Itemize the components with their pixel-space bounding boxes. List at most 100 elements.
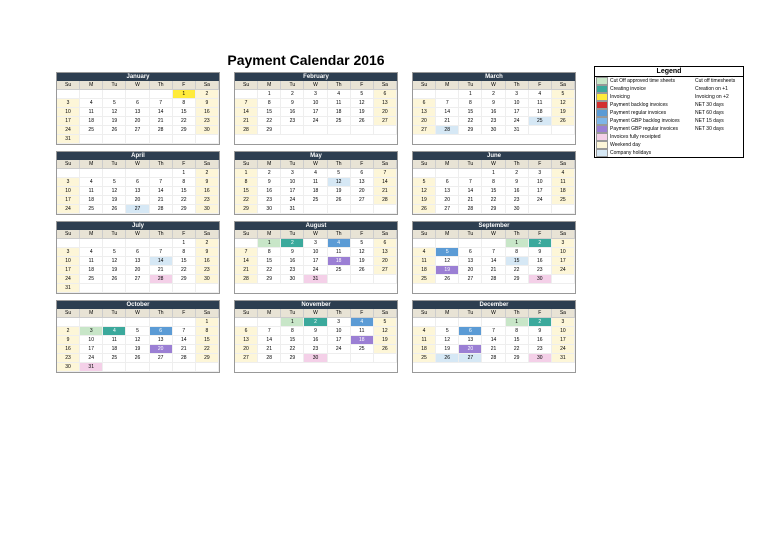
day-cell: 30 [196, 205, 219, 214]
legend-label: Creating invoice [610, 86, 695, 92]
dow-cell: W [126, 81, 149, 90]
day-cell: 22 [235, 196, 258, 205]
day-cell: 28 [150, 275, 173, 284]
dow-cell: F [173, 230, 196, 239]
day-cell: 15 [196, 336, 219, 345]
month-header: May [235, 152, 397, 160]
day-cell [328, 275, 351, 284]
week-row: 2728293031 [413, 126, 575, 135]
dow-cell: M [258, 230, 281, 239]
day-cell: 24 [506, 117, 529, 126]
day-cell: 20 [126, 266, 149, 275]
day-cell: 15 [173, 108, 196, 117]
day-cell: 14 [173, 336, 196, 345]
day-cell: 6 [374, 239, 397, 248]
day-cell: 14 [482, 257, 505, 266]
day-cell: 13 [150, 336, 173, 345]
day-cell: 28 [235, 126, 258, 135]
day-cell [328, 354, 351, 363]
legend-row: Payment regular invoicesNET 60 days [595, 109, 743, 117]
day-cell: 4 [80, 178, 103, 187]
day-cell [281, 126, 304, 135]
day-cell: 4 [351, 318, 374, 327]
day-cell [57, 239, 80, 248]
day-cell [351, 275, 374, 284]
day-cell: 2 [304, 318, 327, 327]
day-cell: 12 [351, 248, 374, 257]
legend-label: Invoices fully receipted [610, 134, 695, 140]
week-row: 12345 [413, 90, 575, 99]
day-cell: 21 [459, 196, 482, 205]
dow-cell: Sa [196, 309, 219, 318]
day-cell: 10 [304, 248, 327, 257]
dow-cell: Tu [281, 309, 304, 318]
dow-row: SuMTuWThFSa [235, 160, 397, 169]
day-cell: 10 [328, 327, 351, 336]
dow-cell: F [173, 81, 196, 90]
day-cell [235, 318, 258, 327]
day-cell [413, 90, 436, 99]
day-cell: 29 [482, 205, 505, 214]
day-cell: 2 [196, 239, 219, 248]
day-cell: 3 [552, 318, 575, 327]
dow-cell: F [173, 309, 196, 318]
day-cell: 11 [80, 108, 103, 117]
day-cell: 13 [235, 336, 258, 345]
day-cell: 22 [281, 345, 304, 354]
legend-label: Payment regular invoices [610, 110, 695, 116]
day-cell: 3 [304, 239, 327, 248]
day-cell: 15 [258, 257, 281, 266]
day-cell [552, 275, 575, 284]
day-cell: 6 [126, 99, 149, 108]
day-cell: 5 [436, 248, 459, 257]
day-cell: 30 [482, 126, 505, 135]
dow-cell: Su [235, 309, 258, 318]
dow-cell: M [436, 230, 459, 239]
day-cell [103, 284, 126, 293]
day-cell: 20 [436, 196, 459, 205]
dow-cell: W [304, 81, 327, 90]
day-cell [436, 239, 459, 248]
dow-cell: M [258, 309, 281, 318]
dow-cell: W [482, 160, 505, 169]
day-cell [150, 169, 173, 178]
week-row: 12 [57, 169, 219, 178]
day-cell: 12 [328, 178, 351, 187]
day-cell [126, 90, 149, 99]
day-cell: 13 [126, 187, 149, 196]
day-cell: 29 [173, 126, 196, 135]
week-row: 21222324252627 [235, 117, 397, 126]
day-cell: 24 [304, 117, 327, 126]
day-cell: 13 [351, 178, 374, 187]
day-cell: 2 [529, 239, 552, 248]
dow-row: SuMTuWThFSa [413, 160, 575, 169]
dow-cell: Th [150, 81, 173, 90]
month-header: February [235, 73, 397, 81]
dow-cell: F [351, 309, 374, 318]
day-cell [173, 363, 196, 372]
day-cell: 2 [281, 239, 304, 248]
month-august: AugustSuMTuWThFSa12345678910111213141516… [234, 221, 398, 294]
day-cell: 8 [281, 327, 304, 336]
day-cell: 23 [196, 117, 219, 126]
day-cell: 9 [281, 248, 304, 257]
day-cell: 24 [80, 354, 103, 363]
day-cell: 2 [506, 169, 529, 178]
day-cell: 30 [529, 354, 552, 363]
dow-row: SuMTuWThFSa [235, 81, 397, 90]
day-cell: 28 [173, 354, 196, 363]
day-cell: 9 [529, 327, 552, 336]
month-header: August [235, 222, 397, 230]
week-row: 3456789 [57, 99, 219, 108]
dow-cell: Tu [103, 160, 126, 169]
day-cell: 27 [459, 275, 482, 284]
day-cell [57, 318, 80, 327]
day-cell: 1 [258, 90, 281, 99]
day-cell: 11 [552, 178, 575, 187]
week-row: 123456 [235, 239, 397, 248]
day-cell: 28 [436, 126, 459, 135]
day-cell: 4 [328, 90, 351, 99]
day-cell: 17 [328, 336, 351, 345]
day-cell [103, 135, 126, 144]
day-cell: 5 [351, 239, 374, 248]
